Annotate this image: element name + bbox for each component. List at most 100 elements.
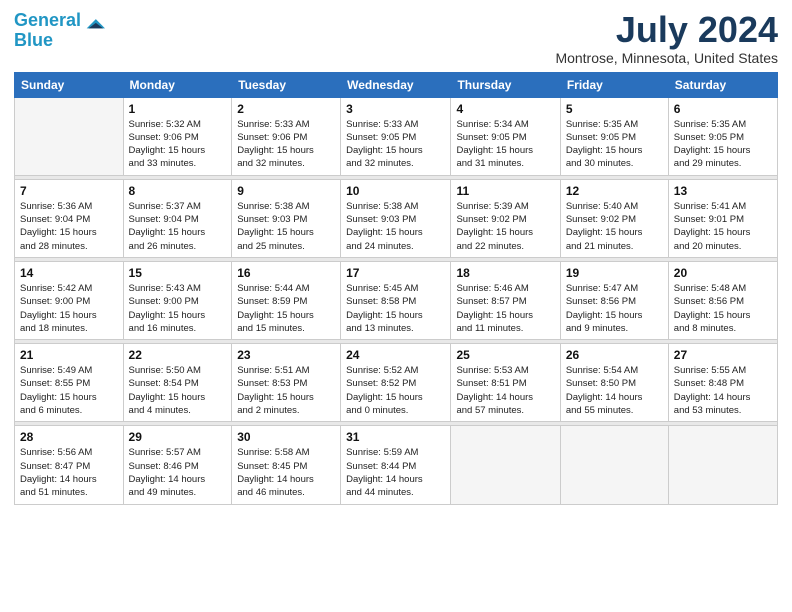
day-info: Sunrise: 5:36 AMSunset: 9:04 PMDaylight:… xyxy=(20,200,118,253)
table-row: 1 Sunrise: 5:32 AMSunset: 9:06 PMDaylight… xyxy=(123,97,232,175)
sunset-text: Sunset: 8:55 PM xyxy=(20,377,118,390)
logo-line1: General xyxy=(14,10,81,30)
daylight-hours: and 16 minutes. xyxy=(129,322,227,335)
day-number: 26 xyxy=(566,348,663,362)
day-number: 1 xyxy=(129,102,227,116)
sunrise-text: Sunrise: 5:34 AM xyxy=(456,118,554,131)
daylight-hours: and 49 minutes. xyxy=(129,486,227,499)
table-row: 5Sunrise: 5:35 AMSunset: 9:05 PMDaylight… xyxy=(560,97,668,175)
col-saturday: Saturday xyxy=(668,72,777,97)
daylight-text: Daylight: 15 hours xyxy=(237,391,335,404)
daylight-hours: and 44 minutes. xyxy=(346,486,445,499)
daylight-text: Daylight: 15 hours xyxy=(346,226,445,239)
sunset-text: Sunset: 9:04 PM xyxy=(20,213,118,226)
sunrise-text: Sunrise: 5:43 AM xyxy=(129,282,227,295)
daylight-hours: and 24 minutes. xyxy=(346,240,445,253)
header: General Blue July 2024 Montrose, Minneso… xyxy=(14,10,778,66)
daylight-hours: and 18 minutes. xyxy=(20,322,118,335)
calendar-week-row: 1 Sunrise: 5:32 AMSunset: 9:06 PMDaylight… xyxy=(15,97,778,175)
day-info: Sunrise: 5:38 AMSunset: 9:03 PMDaylight:… xyxy=(237,200,335,253)
daylight-hours: and 2 minutes. xyxy=(237,404,335,417)
table-row: 7Sunrise: 5:36 AMSunset: 9:04 PMDaylight… xyxy=(15,179,124,257)
daylight-hours: and 33 minutes. xyxy=(129,157,227,170)
sunrise-text: Sunrise: 5:49 AM xyxy=(20,364,118,377)
col-monday: Monday xyxy=(123,72,232,97)
day-number: 21 xyxy=(20,348,118,362)
table-row: 12 Sunrise: 5:40 AMSunset: 9:02 PMDayligh… xyxy=(560,179,668,257)
daylight-text: Daylight: 15 hours xyxy=(346,144,445,157)
table-row: 25 Sunrise: 5:53 AMSunset: 8:51 PMDayligh… xyxy=(451,344,560,422)
table-row: 19Sunrise: 5:47 AMSunset: 8:56 PMDayligh… xyxy=(560,261,668,339)
sunset-text: Sunset: 8:48 PM xyxy=(674,377,772,390)
daylight-text: Daylight: 15 hours xyxy=(20,309,118,322)
sunrise-text: Sunrise: 5:39 AM xyxy=(456,200,554,213)
day-number: 25 xyxy=(456,348,554,362)
sunset-text: Sunset: 8:57 PM xyxy=(456,295,554,308)
sunset-text: Sunset: 9:02 PM xyxy=(456,213,554,226)
calendar-title: July 2024 xyxy=(555,10,778,50)
daylight-hours: and 22 minutes. xyxy=(456,240,554,253)
day-number: 12 xyxy=(566,184,663,198)
table-row: 27Sunrise: 5:55 AMSunset: 8:48 PMDayligh… xyxy=(668,344,777,422)
sunset-text: Sunset: 8:51 PM xyxy=(456,377,554,390)
sunrise-text: Sunrise: 5:35 AM xyxy=(674,118,772,131)
day-info: Sunrise: 5:50 AMSunset: 8:54 PMDaylight:… xyxy=(129,364,227,417)
logo-icon xyxy=(83,10,105,32)
day-number: 31 xyxy=(346,430,445,444)
daylight-text: Daylight: 14 hours xyxy=(20,473,118,486)
day-info: Sunrise: 5:33 AMSunset: 9:06 PMDaylight:… xyxy=(237,118,335,171)
calendar-week-row: 28Sunrise: 5:56 AMSunset: 8:47 PMDayligh… xyxy=(15,426,778,504)
daylight-text: Daylight: 15 hours xyxy=(129,144,227,157)
title-block: July 2024 Montrose, Minnesota, United St… xyxy=(555,10,778,66)
day-info: Sunrise: 5:43 AMSunset: 9:00 PMDaylight:… xyxy=(129,282,227,335)
day-info: Sunrise: 5:45 AMSunset: 8:58 PMDaylight:… xyxy=(346,282,445,335)
daylight-text: Daylight: 15 hours xyxy=(456,226,554,239)
sunrise-text: Sunrise: 5:44 AM xyxy=(237,282,335,295)
day-info: Sunrise: 5:32 AMSunset: 9:06 PMDaylight:… xyxy=(129,118,227,171)
sunrise-text: Sunrise: 5:59 AM xyxy=(346,446,445,459)
day-info: Sunrise: 5:53 AMSunset: 8:51 PMDaylight:… xyxy=(456,364,554,417)
sunset-text: Sunset: 8:54 PM xyxy=(129,377,227,390)
sunset-text: Sunset: 8:50 PM xyxy=(566,377,663,390)
sunrise-text: Sunrise: 5:51 AM xyxy=(237,364,335,377)
sunrise-text: Sunrise: 5:58 AM xyxy=(237,446,335,459)
daylight-text: Daylight: 15 hours xyxy=(129,309,227,322)
table-row: 28Sunrise: 5:56 AMSunset: 8:47 PMDayligh… xyxy=(15,426,124,504)
sunrise-text: Sunrise: 5:54 AM xyxy=(566,364,663,377)
daylight-text: Daylight: 15 hours xyxy=(674,144,772,157)
table-row: 6Sunrise: 5:35 AMSunset: 9:05 PMDaylight… xyxy=(668,97,777,175)
day-info: Sunrise: 5:40 AMSunset: 9:02 PMDaylight:… xyxy=(566,200,663,253)
sunrise-text: Sunrise: 5:38 AM xyxy=(346,200,445,213)
daylight-text: Daylight: 15 hours xyxy=(129,391,227,404)
table-row xyxy=(560,426,668,504)
daylight-hours: and 26 minutes. xyxy=(129,240,227,253)
daylight-hours: and 13 minutes. xyxy=(346,322,445,335)
daylight-hours: and 8 minutes. xyxy=(674,322,772,335)
sunrise-text: Sunrise: 5:47 AM xyxy=(566,282,663,295)
day-info: Sunrise: 5:35 AMSunset: 9:05 PMDaylight:… xyxy=(674,118,772,171)
table-row xyxy=(15,97,124,175)
sunrise-text: Sunrise: 5:33 AM xyxy=(237,118,335,131)
daylight-text: Daylight: 14 hours xyxy=(237,473,335,486)
day-info: Sunrise: 5:39 AMSunset: 9:02 PMDaylight:… xyxy=(456,200,554,253)
sunrise-text: Sunrise: 5:37 AM xyxy=(129,200,227,213)
table-row: 20Sunrise: 5:48 AMSunset: 8:56 PMDayligh… xyxy=(668,261,777,339)
sunset-text: Sunset: 9:05 PM xyxy=(566,131,663,144)
sunset-text: Sunset: 9:04 PM xyxy=(129,213,227,226)
sunset-text: Sunset: 8:56 PM xyxy=(566,295,663,308)
daylight-hours: and 32 minutes. xyxy=(346,157,445,170)
calendar-week-row: 7Sunrise: 5:36 AMSunset: 9:04 PMDaylight… xyxy=(15,179,778,257)
daylight-hours: and 51 minutes. xyxy=(20,486,118,499)
sunrise-text: Sunrise: 5:32 AM xyxy=(129,118,227,131)
table-row: 11Sunrise: 5:39 AMSunset: 9:02 PMDayligh… xyxy=(451,179,560,257)
daylight-text: Daylight: 15 hours xyxy=(346,309,445,322)
day-number: 14 xyxy=(20,266,118,280)
daylight-hours: and 30 minutes. xyxy=(566,157,663,170)
page: General Blue July 2024 Montrose, Minneso… xyxy=(0,0,792,612)
daylight-text: Daylight: 15 hours xyxy=(129,226,227,239)
table-row: 14Sunrise: 5:42 AMSunset: 9:00 PMDayligh… xyxy=(15,261,124,339)
sunset-text: Sunset: 8:44 PM xyxy=(346,460,445,473)
col-wednesday: Wednesday xyxy=(341,72,451,97)
day-info: Sunrise: 5:59 AMSunset: 8:44 PMDaylight:… xyxy=(346,446,445,499)
daylight-text: Daylight: 14 hours xyxy=(346,473,445,486)
